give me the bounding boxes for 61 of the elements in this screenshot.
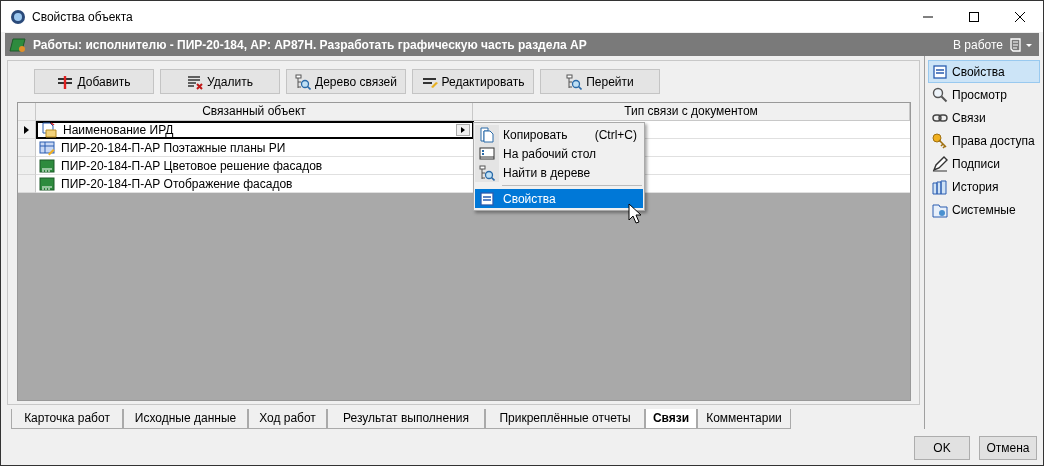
sidebar-item[interactable]: Подписи: [928, 152, 1040, 175]
plus-icon: [57, 73, 74, 90]
cell-text: ПИР-20-184-П-АР Отображение фасадов: [61, 176, 294, 191]
tab[interactable]: Результат выполнения: [327, 409, 485, 429]
tab[interactable]: Связи: [645, 409, 697, 429]
table-cell[interactable]: ПИР-20-184-П-АР Цветовое решение фасадов: [36, 157, 474, 175]
dialog-button[interactable]: OK: [914, 436, 970, 460]
table-cell[interactable]: ПИР-20-184-П-АР Отображение фасадов: [36, 175, 474, 193]
toolbar-button[interactable]: Редактировать: [412, 69, 534, 94]
menu-item[interactable]: Копировать (Ctrl+C): [475, 125, 643, 144]
current-row-icon: [22, 124, 31, 135]
menu-item[interactable]: Найти в дереве: [475, 163, 643, 182]
tab[interactable]: Карточка работ: [11, 409, 123, 429]
plan-icon: [39, 139, 55, 156]
sidebar-item[interactable]: Свойства: [928, 60, 1040, 83]
tab[interactable]: Прикреплённые отчеты: [485, 409, 645, 429]
tree-icon: [479, 164, 495, 181]
cell-text: ПИР-20-184-П-АР Поэтажные планы РИ: [61, 140, 287, 155]
books-icon: [932, 178, 948, 195]
table-cell[interactable]: Наименование ИРД: [36, 121, 474, 139]
menu-item[interactable]: Свойства: [475, 189, 643, 208]
tree-icon: [295, 73, 312, 90]
cell-text: Наименование ИРД: [63, 123, 175, 137]
toolbar-button[interactable]: Перейти: [540, 69, 660, 94]
search-icon: [932, 86, 948, 103]
sidebar-item[interactable]: Права доступа: [928, 129, 1040, 152]
sidebar-item[interactable]: Системные: [928, 198, 1040, 221]
tab[interactable]: Исходные данные: [123, 409, 248, 429]
cross-list-icon: [187, 73, 204, 90]
sidebar-item[interactable]: История: [928, 175, 1040, 198]
dialog-button[interactable]: Отмена: [979, 436, 1037, 460]
tree-icon: [566, 73, 583, 90]
window-title: Свойства объекта: [32, 9, 134, 24]
app-icon: [10, 8, 26, 25]
expand-button-icon[interactable]: [456, 124, 470, 136]
copy-icon: [479, 126, 495, 143]
cell-text: ПИР-20-184-П-АР Цветовое решение фасадов: [61, 158, 324, 173]
status-label: В работе: [953, 37, 1003, 52]
form-icon: [932, 63, 948, 80]
toolbar-button[interactable]: Добавить: [34, 69, 154, 94]
menu-item[interactable]: На рабочий стол: [475, 144, 643, 163]
column-header[interactable]: Связанный объект: [36, 103, 473, 121]
form-icon: [479, 190, 495, 207]
header-title: Работы: исполнителю - ПИР-20-184, АР: АР87Н. Разработать графическую часть раздела АР: [33, 37, 588, 52]
sidebar-item[interactable]: Связи: [928, 106, 1040, 129]
row-indicator[interactable]: [18, 121, 36, 139]
tab[interactable]: Комментарии: [697, 409, 791, 429]
column-header[interactable]: Тип связи с документом: [473, 103, 910, 121]
mouse-cursor-icon: [628, 203, 642, 225]
key-icon: [932, 132, 948, 149]
tab[interactable]: Ход работ: [248, 409, 327, 429]
desktop-icon: [479, 145, 495, 162]
pen-icon: [932, 155, 948, 172]
facade-icon: [39, 157, 55, 174]
facade-icon: [39, 175, 55, 192]
sidebar-item[interactable]: Просмотр: [928, 83, 1040, 106]
toolbar-button[interactable]: Удалить: [160, 69, 280, 94]
header-corner: [18, 103, 36, 121]
table-cell[interactable]: ПИР-20-184-П-АР Поэтажные планы РИ: [36, 139, 474, 157]
toolbar-button[interactable]: Дерево связей: [286, 69, 406, 94]
document-dropdown-icon[interactable]: [1009, 36, 1035, 53]
